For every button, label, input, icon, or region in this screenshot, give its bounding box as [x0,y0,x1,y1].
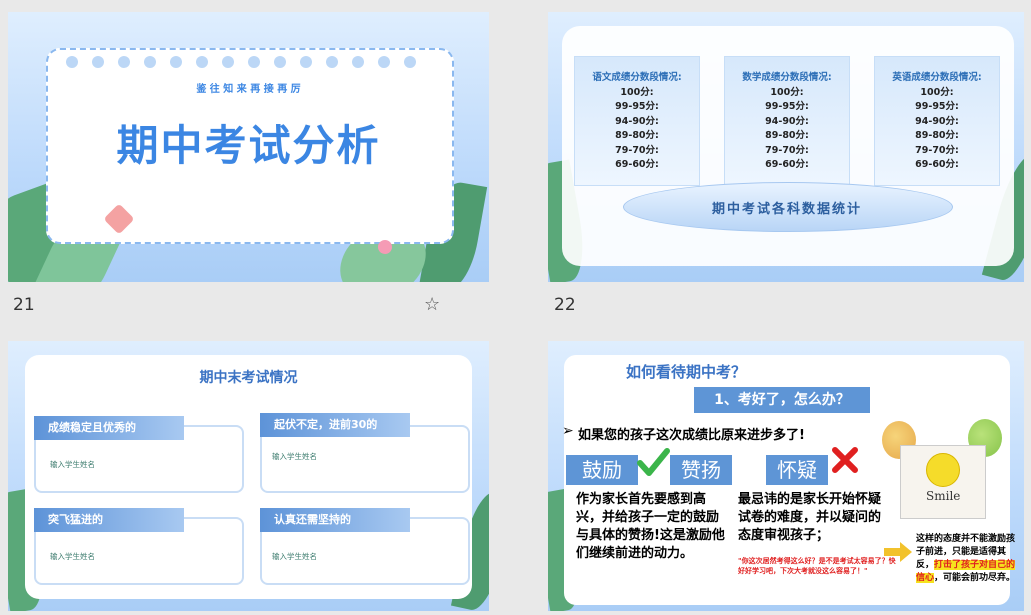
slide-number: 21 [13,295,35,315]
score-row: 100分: [770,86,804,98]
binder-ring [274,56,286,68]
slide-title: 期中考试分析 [116,121,381,170]
score-row: 100分: [620,86,654,98]
score-row: 79-70分: [615,144,659,156]
score-row: 89-80分: [615,130,659,141]
slide-thumbnail-23[interactable]: 期中末考试情况 成绩稳定且优秀的 输入学生姓名 起伏不定，进前30的 输入学生姓… [8,341,489,611]
score-row: 69-60分: [615,159,659,170]
binder-ring [92,56,104,68]
score-row: 100分: [920,86,954,98]
score-row: 69-60分: [915,159,959,170]
check-icon [637,448,670,476]
question-banner: 1、考好了，怎么办？ [694,387,870,413]
footer-label: 期中考试各科数据统计 [711,202,862,217]
category-tag: 突飞猛进的 [34,508,184,532]
score-row: 99-95分: [915,101,959,112]
binder-ring [300,56,312,68]
flower-decoration [378,240,392,254]
word-tag: 鼓励 [566,455,638,485]
score-row: 79-70分: [765,144,809,156]
binder-ring [248,56,260,68]
score-row: 99-95分: [615,101,659,112]
score-row: 89-80分: [915,130,959,141]
slide-thumbnail-21[interactable]: 鉴 往 知 来 再 接 再 厉 期中考试分析 [8,12,489,282]
word-tag: 怀疑 [766,455,828,485]
slide-number: 22 [554,295,576,315]
conclusion-part-2: ，可能会前功尽弃。 [934,573,1016,583]
right-arrow-icon [884,542,912,562]
input-hint: 输入学生姓名 [272,452,317,461]
slide-thumbnail-22[interactable]: 语文成绩分数段情况: 100分: 99-95分: 94-90分: 89-80分:… [548,12,1024,282]
slide-thumbnail-24[interactable]: 如何看待期中考？ 1、考好了，怎么办？ ➢ 如果您的孩子这次成绩比原来进步多了!… [548,341,1024,611]
score-row: 94-90分: [615,115,659,127]
binder-ring [352,56,364,68]
binder-ring [118,56,130,68]
subject-heading: 语文成绩分数段情况: [592,72,682,83]
binder-ring [170,56,182,68]
score-row: 89-80分: [765,130,809,141]
input-hint: 输入学生姓名 [50,552,95,561]
subject-heading: 英语成绩分数段情况: [892,72,982,83]
category-tag: 起伏不定，进前30的 [260,413,410,437]
score-row: 94-90分: [765,115,809,127]
smile-label: Smile [926,489,961,503]
slide-title: 如何看待期中考？ [626,363,747,381]
word-tag: 赞扬 [670,455,732,485]
category-tag: 成绩稳定且优秀的 [34,416,184,440]
subject-card: 数学成绩分数段情况: 100分: 99-95分: 94-90分: 89-80分:… [724,56,850,186]
conclusion-text: 这样的态度并不能激励孩子前进，只能是适得其反，打击了孩子对自己的信心，可能会前功… [916,533,1020,585]
slide-subtitle: 鉴 往 知 来 再 接 再 厉 [196,84,301,95]
subject-heading: 数学成绩分数段情况: [742,72,832,83]
input-hint: 输入学生姓名 [50,460,95,469]
doubt-text: 最忌讳的是家长开始怀疑试卷的难度，并以疑问的态度审视孩子； [738,492,882,543]
score-row: 79-70分: [915,144,959,156]
star-icon[interactable]: ☆ [424,294,440,315]
binder-ring [196,56,208,68]
binder-ring [404,56,416,68]
smiley-icon [926,453,960,487]
binder-ring [378,56,390,68]
binder-ring [144,56,156,68]
score-row: 94-90分: [915,115,959,127]
slide-title: 期中末考试情况 [199,370,298,386]
arrow-icon: ➢ [562,423,574,439]
category-tag: 认真还需坚持的 [260,508,410,532]
binder-ring [222,56,234,68]
score-row: 99-95分: [765,101,809,112]
lead-text: 如果您的孩子这次成绩比原来进步多了! [578,428,805,443]
subject-card: 语文成绩分数段情况: 100分: 99-95分: 94-90分: 89-80分:… [574,56,700,186]
binder-ring [66,56,78,68]
score-row: 69-60分: [765,159,809,170]
quote-text: "你这次居然考得这么好？是不是考试太容易了？快好好学习吧，下次大考就没这么容易了… [738,557,896,575]
input-hint: 输入学生姓名 [272,552,317,561]
encourage-text: 作为家长首先要感到高兴，并给孩子一定的鼓励与具体的赞扬!这是激励他们继续前进的动… [576,492,725,561]
subject-card: 英语成绩分数段情况: 100分: 99-95分: 94-90分: 89-80分:… [874,56,1000,186]
binder-ring [326,56,338,68]
cross-icon [832,447,858,473]
